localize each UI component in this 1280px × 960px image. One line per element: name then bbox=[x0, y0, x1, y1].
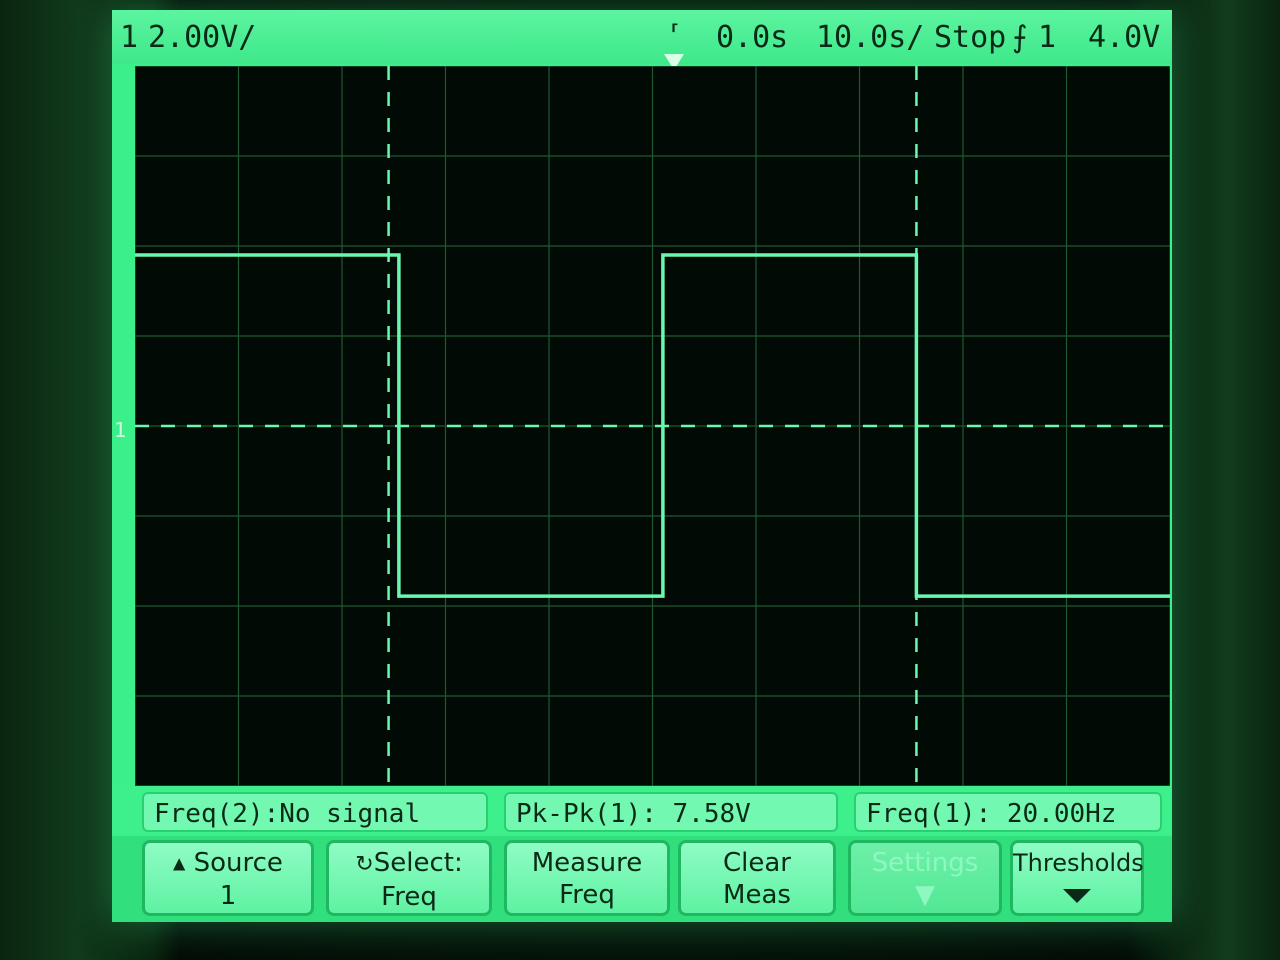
softkey-label: Select: bbox=[373, 848, 463, 878]
softkey-value: Meas bbox=[723, 880, 791, 910]
softkey-value: 1 bbox=[219, 880, 237, 911]
trigger-channel: 1 bbox=[1038, 20, 1057, 55]
softkey-label: Clear bbox=[723, 848, 791, 878]
softkey-label: Source bbox=[193, 848, 283, 878]
channel-number: 1 bbox=[120, 20, 139, 55]
waveform-display bbox=[135, 66, 1170, 786]
down-arrow-icon bbox=[1063, 889, 1091, 903]
time-delay: 0.0s bbox=[716, 20, 789, 55]
settings-softkey[interactable]: Settings ▼ bbox=[848, 840, 1002, 916]
select-softkey[interactable]: ↻Select: Freq bbox=[326, 840, 492, 916]
softkey-value: Freq bbox=[381, 882, 437, 912]
softkey-label: Thresholds bbox=[1013, 849, 1144, 877]
measurement-bar: Freq(2):No signal Pk-Pk(1): 7.58V Freq(1… bbox=[112, 786, 1172, 834]
rising-edge-icon: ⨍ bbox=[1012, 20, 1028, 55]
trigger-edge-icon: ⸢ bbox=[667, 20, 682, 48]
waveform-svg bbox=[135, 66, 1170, 786]
down-triangle-icon: ▼ bbox=[915, 880, 935, 910]
trigger-level: 4.0V bbox=[1088, 20, 1161, 55]
softkey-label: Settings bbox=[871, 848, 979, 878]
softkey-label: Measure bbox=[531, 848, 643, 878]
freq1-measurement: Freq(1): 20.00Hz bbox=[854, 792, 1162, 832]
softkey-value: Freq bbox=[559, 880, 615, 910]
time-per-div: 10.0s/ bbox=[816, 20, 925, 55]
run-state: Stop bbox=[934, 20, 1007, 55]
clear-meas-softkey[interactable]: Clear Meas bbox=[678, 840, 836, 916]
source-softkey[interactable]: ▲ Source 1 bbox=[142, 840, 314, 916]
up-triangle-icon: ▲ bbox=[173, 853, 186, 873]
freq2-measurement: Freq(2):No signal bbox=[142, 792, 488, 832]
thresholds-softkey[interactable]: Thresholds bbox=[1010, 840, 1144, 916]
status-bar: 1 2.00V/ ⸢ 0.0s 10.0s/ Stop ⨍ 1 4.0V bbox=[112, 10, 1172, 70]
measure-softkey[interactable]: Measure Freq bbox=[504, 840, 670, 916]
softkey-row: ▲ Source 1 ↻Select: Freq Measure Freq Cl… bbox=[112, 836, 1172, 922]
channel-ground-marker: 1 bbox=[114, 418, 127, 442]
volts-per-div: 2.00V/ bbox=[148, 20, 257, 55]
pkpk1-measurement: Pk-Pk(1): 7.58V bbox=[504, 792, 838, 832]
oscilloscope-screen: 1 2.00V/ ⸢ 0.0s 10.0s/ Stop ⨍ 1 4.0V 1 F… bbox=[112, 10, 1172, 922]
select-knob-icon: ↻ bbox=[355, 852, 374, 877]
